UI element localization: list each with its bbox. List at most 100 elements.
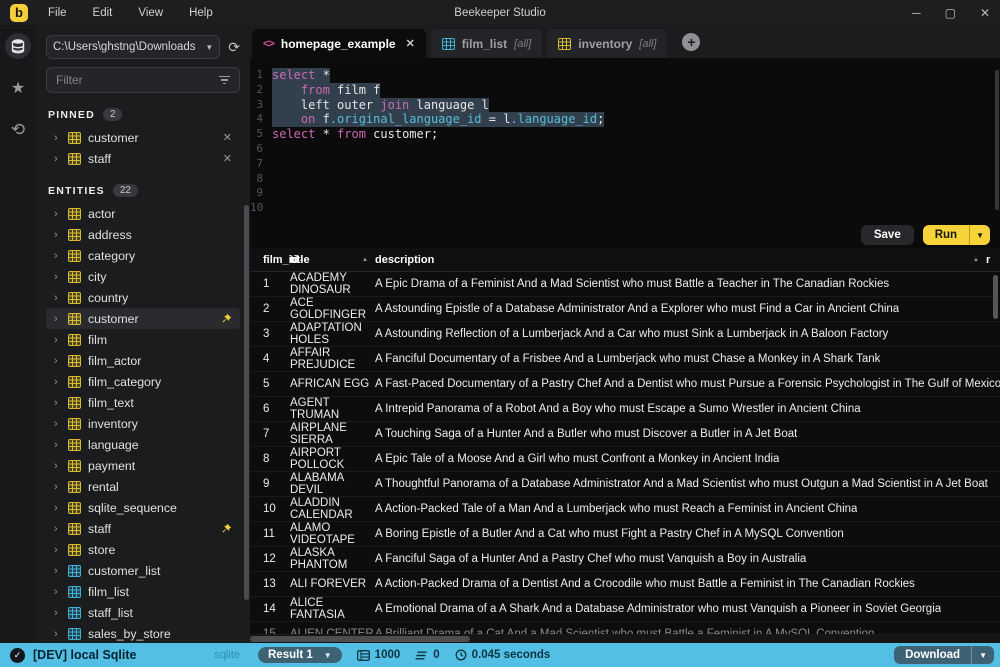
cell-title[interactable]: AFRICAN EGG — [290, 378, 375, 390]
chevron-right-icon[interactable]: › — [54, 271, 61, 283]
entities-section-header[interactable]: ENTITIES 22 — [48, 184, 240, 197]
chevron-right-icon[interactable]: › — [54, 208, 61, 220]
table-row[interactable]: 14ALICE FANTASIAA Emotional Drama of a A… — [250, 597, 1000, 622]
entity-item-customer_list[interactable]: ›customer_list — [46, 560, 240, 581]
favorites-panel-button[interactable]: ★ — [5, 75, 31, 101]
column-header-clipped[interactable]: r — [986, 254, 1000, 266]
chevron-right-icon[interactable]: › — [54, 376, 61, 388]
cell-film-id[interactable]: 13 — [250, 578, 290, 590]
pinned-item-customer[interactable]: ›customer✕ — [46, 127, 240, 148]
cell-description[interactable]: A Fanciful Saga of a Hunter And a Pastry… — [375, 553, 1000, 565]
chevron-right-icon[interactable]: › — [54, 418, 61, 430]
tables-panel-button[interactable] — [5, 33, 31, 59]
sql-editor[interactable]: 1select *2 from film f3 left outer join … — [250, 58, 1000, 222]
cell-description[interactable]: A Emotional Drama of a A Shark And a Dat… — [375, 603, 1000, 615]
unpin-close-icon[interactable]: ✕ — [223, 152, 236, 165]
chevron-right-icon[interactable]: › — [54, 628, 61, 640]
cell-description[interactable]: A Boring Epistle of a Butler And a Cat w… — [375, 528, 1000, 540]
result-selector[interactable]: Result 1 ▼ — [258, 647, 342, 663]
cell-description[interactable]: A Touching Saga of a Hunter And a Butler… — [375, 428, 1000, 440]
run-button[interactable]: Run — [923, 225, 969, 245]
results-vertical-scrollbar[interactable] — [993, 275, 998, 319]
code-line[interactable]: 1select * — [250, 68, 1000, 83]
entity-item-city[interactable]: ›city — [46, 266, 240, 287]
menu-help[interactable]: Help — [189, 7, 213, 19]
chevron-right-icon[interactable]: › — [54, 544, 61, 556]
cell-film-id[interactable]: 5 — [250, 378, 290, 390]
entity-item-rental[interactable]: ›rental — [46, 476, 240, 497]
entity-item-language[interactable]: ›language — [46, 434, 240, 455]
cell-film-id[interactable]: 9 — [250, 478, 290, 490]
cell-film-id[interactable]: 11 — [250, 528, 290, 540]
chevron-right-icon[interactable]: › — [54, 523, 61, 535]
code-line[interactable]: 5select * from customer; — [250, 127, 1000, 142]
pin-icon[interactable] — [220, 523, 232, 535]
chevron-right-icon[interactable]: › — [54, 397, 61, 409]
filter-icon[interactable] — [219, 76, 230, 85]
new-tab-button[interactable]: + — [682, 33, 700, 51]
column-header-film_id[interactable]: film_id▲ — [250, 254, 290, 266]
table-row[interactable]: 8AIRPORT POLLOCKA Epic Tale of a Moose A… — [250, 447, 1000, 472]
cell-title[interactable]: ALADDIN CALENDAR — [290, 497, 375, 521]
cell-description[interactable]: A Astounding Epistle of a Database Admin… — [375, 303, 1000, 315]
download-split-button[interactable]: Download ▼ — [894, 646, 994, 664]
menu-edit[interactable]: Edit — [93, 7, 113, 19]
entity-item-sales_by_store[interactable]: ›sales_by_store — [46, 623, 240, 643]
tab-close-icon[interactable]: ✕ — [406, 37, 415, 50]
sort-arrow-icon[interactable]: ▲ — [362, 257, 368, 263]
cell-description[interactable]: A Brilliant Drama of a Cat And a Mad Sci… — [375, 628, 1000, 635]
entity-item-store[interactable]: ›store — [46, 539, 240, 560]
pinned-item-staff[interactable]: ›staff✕ — [46, 148, 240, 169]
entity-item-actor[interactable]: ›actor — [46, 203, 240, 224]
cell-title[interactable]: ADAPTATION HOLES — [290, 322, 375, 346]
chevron-right-icon[interactable]: › — [54, 607, 61, 619]
cell-title[interactable]: ALI FOREVER — [290, 578, 375, 590]
chevron-right-icon[interactable]: › — [54, 439, 61, 451]
menu-file[interactable]: File — [48, 7, 67, 19]
entity-item-staff[interactable]: ›staff — [46, 518, 240, 539]
cell-film-id[interactable]: 2 — [250, 303, 290, 315]
chevron-right-icon[interactable]: › — [54, 502, 61, 514]
chevron-right-icon[interactable]: › — [54, 481, 61, 493]
download-button[interactable]: Download — [894, 646, 971, 664]
column-header-title[interactable]: title▲ — [290, 254, 375, 266]
cell-description[interactable]: A Fanciful Documentary of a Frisbee And … — [375, 353, 1000, 365]
close-button[interactable]: ✕ — [980, 6, 990, 20]
results-horizontal-scrollbar[interactable] — [250, 635, 1000, 643]
cell-film-id[interactable]: 3 — [250, 328, 290, 340]
table-row[interactable]: 15ALIEN CENTERA Brilliant Drama of a Cat… — [250, 622, 1000, 635]
pin-icon[interactable] — [220, 313, 232, 325]
refresh-icon[interactable]: ⟳ — [228, 39, 240, 56]
cell-title[interactable]: ALAMO VIDEOTAPE — [290, 522, 375, 546]
entity-item-customer[interactable]: ›customer — [46, 308, 240, 329]
pinned-section-header[interactable]: PINNED 2 — [48, 108, 240, 121]
unpin-close-icon[interactable]: ✕ — [223, 131, 236, 144]
table-row[interactable]: 5AFRICAN EGGA Fast-Paced Documentary of … — [250, 372, 1000, 397]
cell-description[interactable]: A Thoughtful Panorama of a Database Admi… — [375, 478, 1000, 490]
table-row[interactable]: 12ALASKA PHANTOMA Fanciful Saga of a Hun… — [250, 547, 1000, 572]
cell-film-id[interactable]: 6 — [250, 403, 290, 415]
entity-item-payment[interactable]: ›payment — [46, 455, 240, 476]
cell-description[interactable]: A Action-Packed Drama of a Dentist And a… — [375, 578, 1000, 590]
entity-filter-input[interactable]: Filter — [46, 67, 240, 93]
entity-item-film_text[interactable]: ›film_text — [46, 392, 240, 413]
table-row[interactable]: 1ACADEMY DINOSAURA Epic Drama of a Femin… — [250, 272, 1000, 297]
cell-title[interactable]: ALASKA PHANTOM — [290, 547, 375, 571]
cell-title[interactable]: ACADEMY DINOSAUR — [290, 272, 375, 296]
cell-title[interactable]: AIRPORT POLLOCK — [290, 447, 375, 471]
table-row[interactable]: 13ALI FOREVERA Action-Packed Drama of a … — [250, 572, 1000, 597]
run-options-chevron-icon[interactable]: ▼ — [969, 225, 990, 245]
cell-title[interactable]: AFFAIR PREJUDICE — [290, 347, 375, 371]
code-line[interactable]: 4 on f.original_language_id = l.language… — [250, 112, 1000, 127]
entity-item-category[interactable]: ›category — [46, 245, 240, 266]
code-line[interactable]: 7 — [250, 157, 1000, 172]
entity-item-sqlite_sequence[interactable]: ›sqlite_sequence — [46, 497, 240, 518]
sort-arrow-icon[interactable]: ▲ — [973, 257, 979, 263]
code-line[interactable]: 8 — [250, 172, 1000, 187]
database-selector[interactable]: C:\Users\ghstng\Downloads ▼ — [46, 35, 220, 59]
entity-item-address[interactable]: ›address — [46, 224, 240, 245]
cell-description[interactable]: A Action-Packed Tale of a Man And a Lumb… — [375, 503, 1000, 515]
table-row[interactable]: 9ALABAMA DEVILA Thoughtful Panorama of a… — [250, 472, 1000, 497]
chevron-right-icon[interactable]: › — [54, 334, 61, 346]
tab-film-list[interactable]: film_list [all] — [431, 29, 542, 58]
